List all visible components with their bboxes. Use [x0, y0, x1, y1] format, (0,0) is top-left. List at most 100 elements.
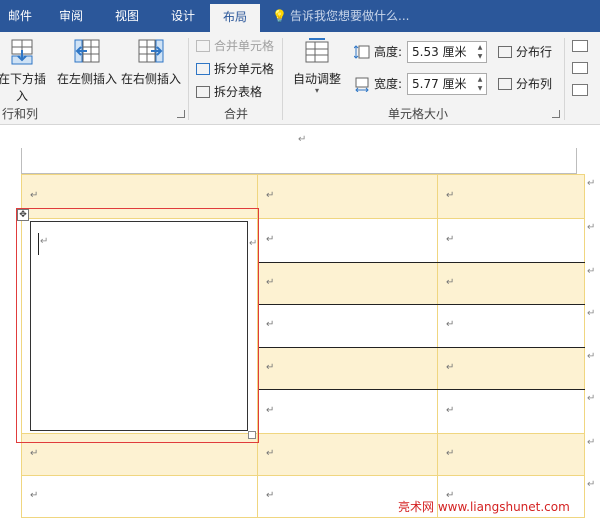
table-cell[interactable]: ↵: [257, 347, 438, 390]
autofit-button[interactable]: 自动调整 ▾: [288, 38, 346, 95]
watermark: 亮术网 www.liangshunet.com: [398, 500, 570, 514]
height-label: 高度:: [374, 45, 403, 59]
cell-end-mark: ↵: [266, 404, 275, 416]
width-label: 宽度:: [374, 77, 403, 91]
cell-end-mark: ↵: [266, 489, 275, 501]
insert-below-button[interactable]: 在下方插入: [0, 38, 50, 103]
cell-end-mark: ↵: [446, 276, 455, 288]
merge-cells-button[interactable]: 合并单元格: [196, 36, 274, 56]
rows-cols-dialog-launcher[interactable]: [177, 110, 185, 118]
insert-left-button[interactable]: 在左侧插入: [56, 38, 118, 94]
split-cells-icon: [196, 62, 210, 75]
height-value: 5.53 厘米: [412, 45, 467, 59]
group-label-rows-cols: 行和列: [1, 107, 38, 121]
split-cells-button[interactable]: 拆分单元格: [196, 59, 274, 79]
cell-end-mark: ↵: [446, 447, 455, 459]
width-value: 5.77 厘米: [412, 77, 467, 91]
paragraph-mark: ↵: [40, 236, 49, 247]
group-label-merge: 合并: [223, 107, 248, 121]
text-cursor: [38, 233, 39, 255]
margin-corner-left: [21, 148, 22, 174]
column-width-icon: [354, 76, 370, 93]
split-cells-label: 拆分单元格: [214, 62, 275, 76]
resize-handle-icon[interactable]: [248, 431, 256, 439]
insert-left-icon: [73, 38, 101, 66]
distribute-rows-button[interactable]: 分布行: [498, 42, 552, 62]
distribute-cols-label: 分布列: [516, 77, 553, 91]
tab-view[interactable]: 视图: [104, 0, 150, 32]
row-end-mark: ↵: [587, 479, 596, 490]
tab-review[interactable]: 审阅: [48, 0, 94, 32]
table-cell[interactable]: ↵: [257, 218, 438, 263]
distribute-cols-button[interactable]: 分布列: [498, 74, 552, 94]
align-bottom-left-icon[interactable]: [572, 84, 588, 96]
cell-end-mark: ↵: [446, 404, 455, 416]
cell-end-mark: ↵: [30, 489, 39, 501]
tab-design[interactable]: 设计: [160, 0, 206, 32]
insert-right-button[interactable]: 在右侧插入: [120, 38, 182, 94]
cell-end-mark: ↵: [266, 233, 275, 245]
tab-layout[interactable]: 布局: [210, 4, 260, 32]
split-table-icon: [196, 85, 210, 98]
move-handle-icon[interactable]: ✥: [17, 209, 29, 221]
group-label-cell-size: 单元格大小: [387, 107, 448, 121]
cell-end-mark: ↵: [30, 189, 39, 201]
lightbulb-icon: 💡: [272, 9, 287, 23]
cell-end-mark: ↵: [249, 238, 258, 249]
group-separator: [564, 38, 565, 120]
table-cell[interactable]: ↵: [437, 389, 585, 434]
autofit-icon: [303, 38, 331, 66]
split-table-button[interactable]: 拆分表格: [196, 82, 262, 102]
distribute-cols-icon: [498, 77, 512, 90]
tab-mailings[interactable]: 邮件: [0, 0, 40, 32]
cell-size-dialog-launcher[interactable]: [552, 110, 560, 118]
row-border: [258, 262, 585, 263]
width-input[interactable]: 5.77 厘米 ▲ ▼: [407, 73, 487, 95]
row-border: [258, 347, 585, 348]
cell-end-mark: ↵: [266, 189, 275, 201]
margin-corner-right: [576, 148, 577, 174]
table-cell[interactable]: ↵: [257, 304, 438, 348]
distribute-rows-label: 分布行: [516, 45, 553, 59]
align-middle-left-icon[interactable]: [572, 62, 588, 74]
row-end-mark: ↵: [587, 178, 596, 189]
distribute-rows-icon: [498, 45, 512, 58]
tell-me-box[interactable]: 💡 告诉我您想要做什么...: [272, 0, 409, 32]
chevron-down-icon: ▾: [314, 86, 319, 95]
cell-end-mark: ↵: [446, 361, 455, 373]
cell-end-mark: ↵: [266, 447, 275, 459]
table-cell[interactable]: ↵: [437, 304, 585, 348]
table-cell[interactable]: ↵: [437, 262, 585, 305]
row-end-mark: ↵: [587, 222, 596, 233]
table-cell[interactable]: ↵: [257, 433, 438, 476]
table-cell[interactable]: ↵: [437, 347, 585, 390]
table-cell[interactable]: ↵: [437, 174, 585, 219]
row-end-mark: ↵: [587, 308, 596, 319]
width-spinner-icon[interactable]: ▲ ▼: [476, 75, 484, 93]
cell-end-mark: ↵: [266, 361, 275, 373]
cell-end-mark: ↵: [266, 276, 275, 288]
table-cell[interactable]: ↵: [437, 433, 585, 476]
table-cell[interactable]: ↵: [257, 389, 438, 434]
ribbon-layout-panel: 在下方插入 在左侧插入 在右侧插入 行和列 合并单元格 拆分单元格 拆分表格 合…: [0, 32, 600, 125]
table-cell[interactable]: ↵: [257, 262, 438, 305]
group-separator: [188, 38, 189, 120]
table-cell[interactable]: ↵: [21, 475, 258, 518]
cell-end-mark: ↵: [30, 447, 39, 459]
tell-me-placeholder: 告诉我您想要做什么...: [290, 9, 410, 23]
cell-end-mark: ↵: [446, 189, 455, 201]
table-cell[interactable]: ↵: [257, 174, 438, 219]
align-top-left-icon[interactable]: [572, 40, 588, 52]
height-input[interactable]: 5.53 厘米 ▲ ▼: [407, 41, 487, 63]
split-table-label: 拆分表格: [214, 85, 263, 99]
table-cell[interactable]: ↵: [437, 218, 585, 263]
paragraph-mark: ↵: [298, 134, 307, 145]
autofit-label: 自动调整: [292, 72, 341, 86]
cell-end-mark: ↵: [446, 319, 455, 330]
height-spinner-icon[interactable]: ▲ ▼: [476, 43, 484, 61]
nested-table-cell[interactable]: [30, 221, 248, 431]
row-end-mark: ↵: [587, 437, 596, 448]
insert-below-label: 在下方插入: [0, 72, 46, 103]
row-height-icon: [353, 44, 370, 60]
merge-cells-icon: [196, 39, 210, 52]
